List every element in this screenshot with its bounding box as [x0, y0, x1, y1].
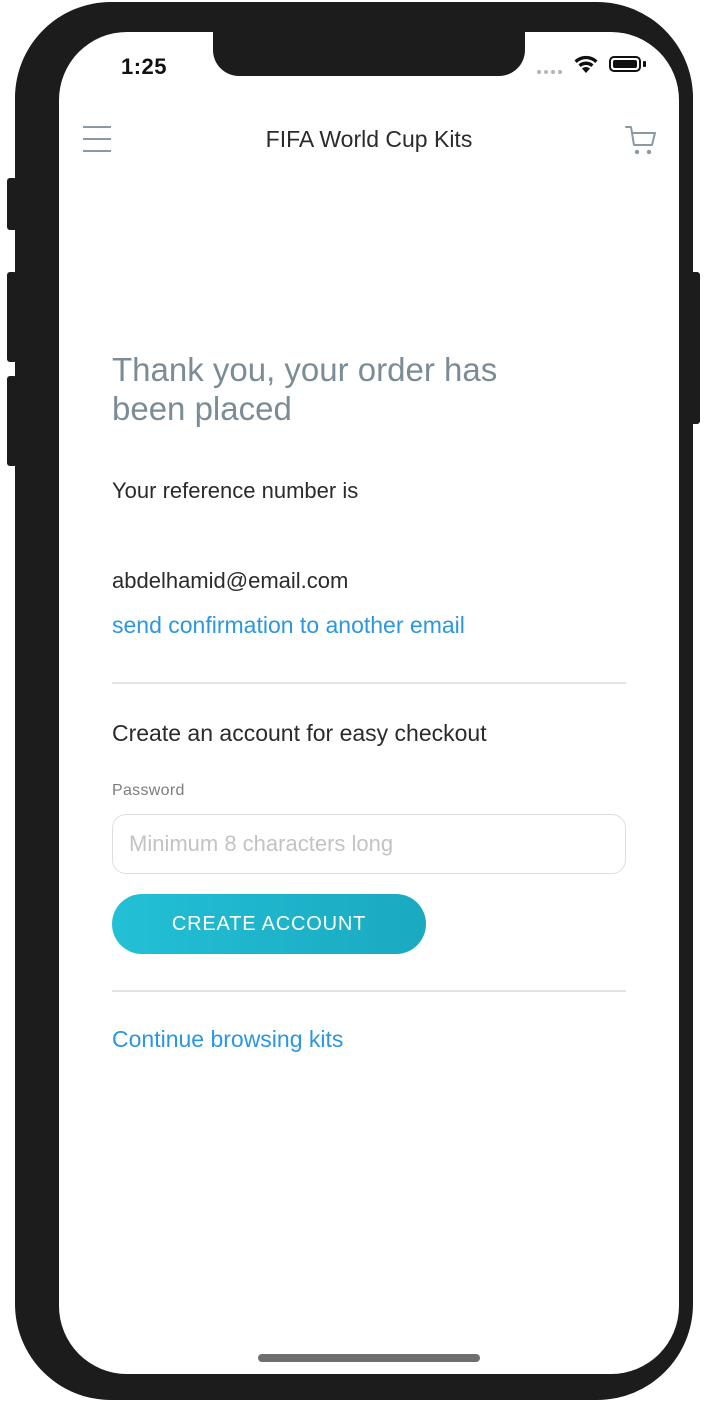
- notch: [213, 32, 525, 76]
- confirmation-heading: Thank you, your order has been placed: [112, 351, 498, 427]
- page-title: FIFA World Cup Kits: [265, 126, 473, 152]
- password-input[interactable]: [112, 814, 626, 874]
- phone-frame: 1:25 FIFA World Cup Kits Thank you, your…: [15, 2, 693, 1400]
- battery-tip: [643, 61, 646, 67]
- divider-top: [112, 682, 626, 684]
- divider-bottom: [112, 990, 626, 992]
- status-time: 1:25: [121, 54, 168, 79]
- shopping-cart-icon[interactable]: [625, 124, 657, 158]
- continue-browsing-link[interactable]: Continue browsing kits: [112, 1026, 626, 1053]
- home-indicator[interactable]: [258, 1354, 480, 1362]
- create-account-button[interactable]: CREATE ACCOUNT: [112, 894, 426, 954]
- customer-email: abdelhamid@email.com: [112, 568, 349, 593]
- app-screen: 1:25 FIFA World Cup Kits Thank you, your…: [59, 32, 679, 1374]
- battery-icon: [609, 56, 641, 72]
- wifi-icon: [574, 55, 598, 73]
- cellular-signal-icon: [537, 70, 562, 74]
- send-confirmation-link[interactable]: send confirmation to another email: [112, 612, 626, 639]
- password-label: Password: [112, 782, 185, 799]
- create-account-prompt: Create an account for easy checkout: [112, 720, 487, 746]
- reference-label: Your reference number is: [112, 478, 359, 503]
